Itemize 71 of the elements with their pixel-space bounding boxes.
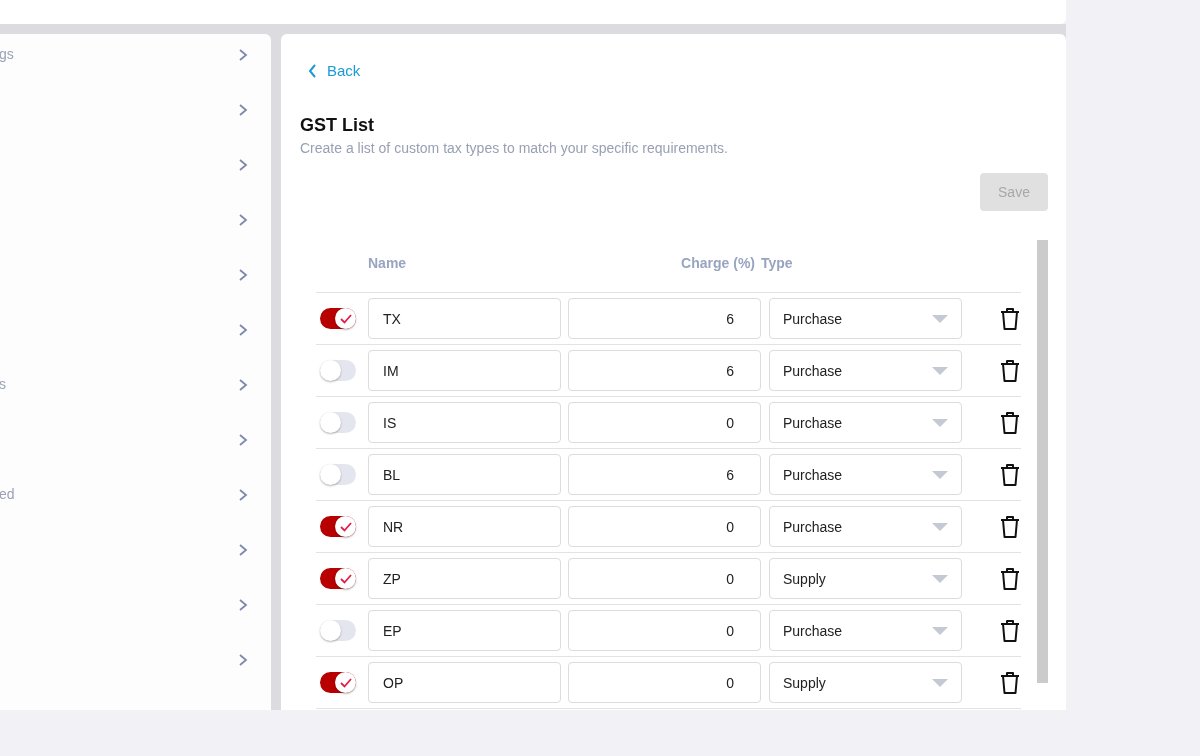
- chevron-right-icon[interactable]: [237, 213, 249, 227]
- type-dropdown[interactable]: Purchase: [769, 454, 962, 495]
- name-field[interactable]: TX: [368, 298, 561, 339]
- check-icon: [339, 521, 352, 532]
- charge-field[interactable]: 6: [568, 454, 761, 495]
- trash-icon[interactable]: [999, 514, 1021, 539]
- caret-down-icon: [932, 314, 948, 323]
- name-field[interactable]: IM: [368, 350, 561, 391]
- check-icon: [339, 573, 352, 584]
- chevron-right-icon[interactable]: [237, 653, 249, 667]
- charge-field[interactable]: 6: [568, 298, 761, 339]
- charge-field[interactable]: 0: [568, 506, 761, 547]
- caret-down-icon: [932, 678, 948, 687]
- caret-down-icon: [932, 574, 948, 583]
- trash-icon[interactable]: [999, 410, 1021, 435]
- page-subtitle: Create a list of custom tax types to match your specific requirements.: [300, 140, 729, 156]
- chevron-right-icon[interactable]: [237, 268, 249, 282]
- chevron-right-icon[interactable]: [237, 433, 249, 447]
- trash-icon[interactable]: [999, 462, 1021, 487]
- chevron-right-icon[interactable]: [237, 378, 249, 392]
- trash-icon[interactable]: [999, 306, 1021, 331]
- caret-down-icon: [932, 366, 948, 375]
- caret-down-icon: [932, 470, 948, 479]
- name-field[interactable]: BL: [368, 454, 561, 495]
- trash-icon[interactable]: [999, 670, 1021, 695]
- trash-icon[interactable]: [999, 358, 1021, 383]
- chevron-right-icon[interactable]: [237, 48, 249, 62]
- name-field[interactable]: NR: [368, 506, 561, 547]
- toggle-switch[interactable]: [320, 360, 356, 381]
- type-dropdown[interactable]: Supply: [769, 662, 962, 703]
- toggle-switch[interactable]: [320, 412, 356, 433]
- page-title: GST List: [300, 115, 375, 136]
- toggle-switch[interactable]: [320, 464, 356, 485]
- charge-field[interactable]: 0: [568, 610, 761, 651]
- scrollbar[interactable]: [1037, 240, 1048, 683]
- charge-field[interactable]: 6: [568, 350, 761, 391]
- toggle-switch[interactable]: [320, 620, 356, 641]
- name-field[interactable]: OP: [368, 662, 561, 703]
- caret-down-icon: [932, 522, 948, 531]
- name-field[interactable]: EP: [368, 610, 561, 651]
- toggle-switch[interactable]: [320, 568, 356, 589]
- trash-icon[interactable]: [999, 566, 1021, 591]
- trash-icon[interactable]: [999, 618, 1021, 643]
- check-icon: [339, 313, 352, 324]
- chevron-right-icon[interactable]: [237, 488, 249, 502]
- charge-field[interactable]: 0: [568, 402, 761, 443]
- type-dropdown[interactable]: Purchase: [769, 506, 962, 547]
- column-header: Type: [761, 254, 794, 271]
- chevron-right-icon[interactable]: [237, 543, 249, 557]
- type-dropdown[interactable]: Purchase: [769, 350, 962, 391]
- type-dropdown[interactable]: Purchase: [769, 402, 962, 443]
- chevron-right-icon[interactable]: [237, 158, 249, 172]
- toggle-switch[interactable]: [320, 672, 356, 693]
- charge-field[interactable]: 0: [568, 662, 761, 703]
- chevron-right-icon[interactable]: [237, 323, 249, 337]
- charge-field[interactable]: 0: [568, 558, 761, 599]
- type-dropdown[interactable]: Purchase: [769, 610, 962, 651]
- chevron-right-icon[interactable]: [237, 103, 249, 117]
- column-header: Name: [368, 254, 408, 271]
- name-field[interactable]: IS: [368, 402, 561, 443]
- name-field[interactable]: ZP: [368, 558, 561, 599]
- caret-down-icon: [932, 418, 948, 427]
- chevron-right-icon[interactable]: [237, 598, 249, 612]
- toggle-switch[interactable]: [320, 516, 356, 537]
- check-icon: [339, 677, 352, 688]
- column-header: Charge (%): [680, 254, 756, 271]
- caret-down-icon: [932, 626, 948, 635]
- type-dropdown[interactable]: Purchase: [769, 298, 962, 339]
- type-dropdown[interactable]: Supply: [769, 558, 962, 599]
- toggle-switch[interactable]: [320, 308, 356, 329]
- chevron-left-icon: [308, 63, 317, 78]
